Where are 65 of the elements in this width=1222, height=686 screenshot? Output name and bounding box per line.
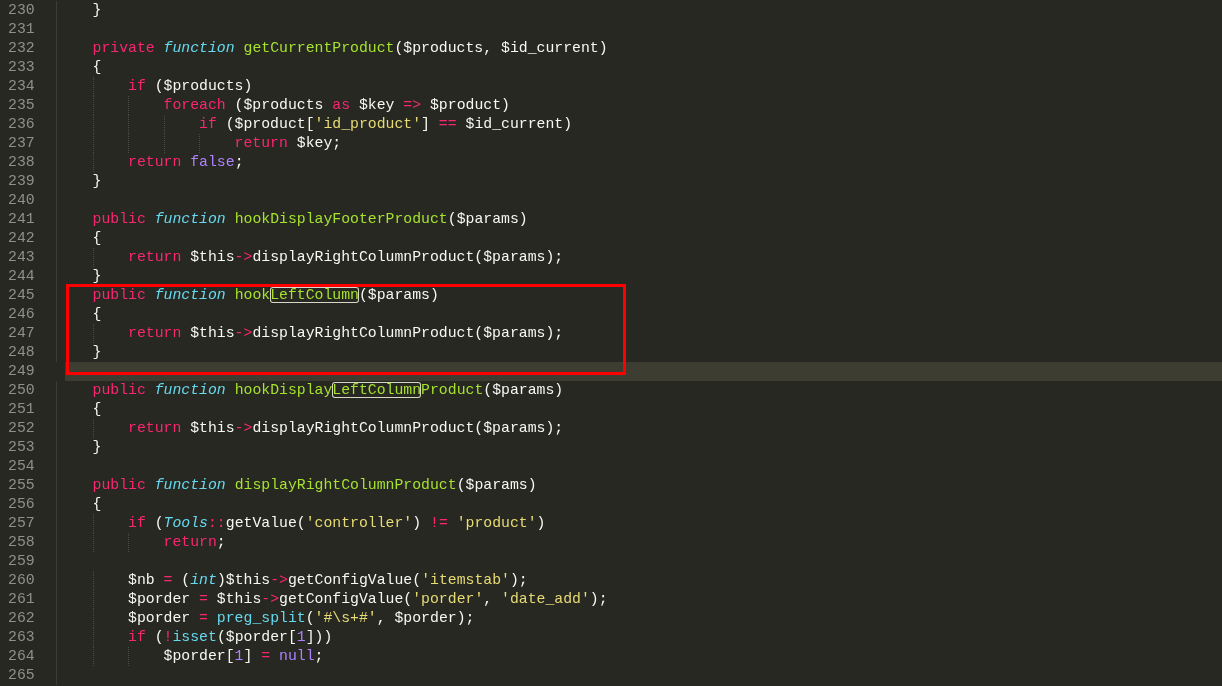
code-line: } — [92, 344, 102, 360]
code-line: foreach ($products as $key => $product) — [163, 97, 510, 113]
code-line: $porder[1] = null; — [163, 648, 324, 664]
code-line: } — [92, 2, 102, 18]
code-line: return $this->displayRightColumnProduct($params); — [128, 249, 564, 265]
code-line: private function getCurrentProduct($products, $id_current) — [92, 40, 608, 56]
code-line: return $this->displayRightColumnProduct($params); — [128, 420, 564, 436]
line-number: 244 — [7, 267, 36, 286]
code-line: { — [92, 306, 102, 322]
line-number: 251 — [7, 400, 36, 419]
line-number: 255 — [7, 476, 36, 495]
line-number: 231 — [7, 20, 36, 39]
line-number: 238 — [7, 153, 36, 172]
code-line: $nb = (int)$this->getConfigValue('itemstab'); — [128, 572, 528, 588]
line-number: 248 — [7, 343, 36, 362]
line-number: 263 — [7, 628, 36, 647]
line-number: 254 — [7, 457, 36, 476]
line-number: 264 — [7, 647, 36, 666]
code-line: public function hookDisplayFooterProduct($params) — [92, 211, 528, 227]
line-number: 239 — [7, 172, 36, 191]
line-number: 250 — [7, 381, 36, 400]
code-line: { — [92, 401, 102, 417]
line-number: 230 — [7, 1, 36, 20]
line-number: 237 — [7, 134, 36, 153]
code-line: { — [92, 230, 102, 246]
line-number: 260 — [7, 571, 36, 590]
line-number: 242 — [7, 229, 36, 248]
line-number: 257 — [7, 514, 36, 533]
line-number: 246 — [7, 305, 36, 324]
line-number: 247 — [7, 324, 36, 343]
line-number: 259 — [7, 552, 36, 571]
code-line: if (Tools::getValue('controller') != 'product') — [128, 515, 546, 531]
line-number: 241 — [7, 210, 36, 229]
code-line: { — [92, 59, 102, 75]
code-line: public function hook LeftColumn($params) — [92, 287, 439, 303]
line-number: 235 — [7, 96, 36, 115]
line-number: 261 — [7, 590, 36, 609]
code-line: if (!isset($porder[1])) — [128, 629, 333, 645]
code-line: return $key; — [234, 135, 342, 151]
line-number: 245 — [7, 286, 36, 305]
line-number: 256 — [7, 495, 36, 514]
line-number: 232 — [7, 39, 36, 58]
line-number: 240 — [7, 191, 36, 210]
line-number: 243 — [7, 248, 36, 267]
code-line: public function displayRightColumnProduct($params) — [92, 477, 537, 493]
line-number: 233 — [7, 58, 36, 77]
code-line: $porder = preg_split('#\s+#', $porder); — [128, 610, 475, 626]
line-number: 258 — [7, 533, 36, 552]
code-line: if ($products) — [128, 78, 253, 94]
line-number: 253 — [7, 438, 36, 457]
code-line: { — [92, 496, 102, 512]
code-line: $porder = $this->getConfigValue('porder', 'date_add'); — [128, 591, 608, 607]
line-number: 236 — [7, 115, 36, 134]
code-line: return; — [163, 534, 226, 550]
line-number: 234 — [7, 77, 36, 96]
line-number: 249 — [7, 362, 36, 381]
code-line: return false; — [128, 154, 244, 170]
line-number: 265 — [7, 666, 36, 685]
code-line: } — [92, 173, 102, 189]
line-number: 262 — [7, 609, 36, 628]
code-line: } — [92, 439, 102, 455]
code-line: } — [92, 268, 102, 284]
line-number: 252 — [7, 419, 36, 438]
code-line: return $this->displayRightColumnProduct($params); — [128, 325, 564, 341]
code-line: if ($product['id_product'] == $id_current) — [199, 116, 573, 132]
